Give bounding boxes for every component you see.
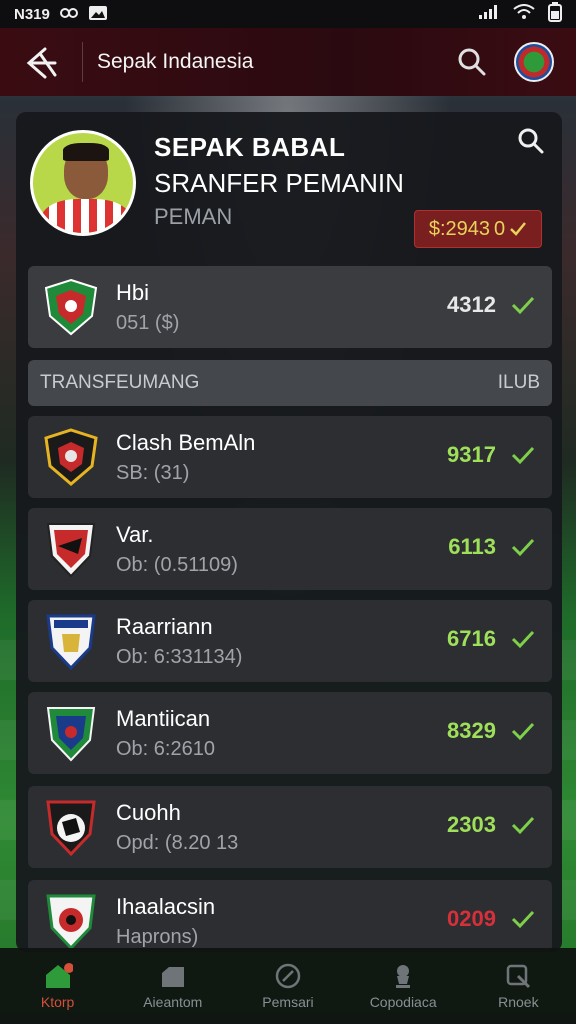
section-header: TRANSFEUMANG ILUB: [28, 360, 552, 406]
nav-label: Ktorp: [40, 994, 75, 1010]
club-crest-icon: [46, 523, 96, 578]
price-badge[interactable]: $:2943 0: [414, 210, 542, 248]
club-crest-icon: [46, 894, 96, 950]
check-icon: [511, 446, 535, 465]
page-title: Sepak Indanesia: [97, 50, 254, 73]
search-button[interactable]: [452, 42, 492, 82]
club-crest-icon: [46, 800, 96, 856]
status-bar: N319: [0, 0, 576, 28]
back-button[interactable]: [22, 42, 62, 82]
nav-label: Copodiaca: [369, 994, 437, 1010]
featured-row[interactable]: Hbi 051 ($) 4312: [28, 266, 552, 348]
search-icon: [458, 48, 486, 76]
transfer-sub: Ob: 6:331134): [116, 646, 243, 668]
transfer-name: Cuohh: [116, 800, 181, 825]
transfer-sub: Ob: (0.51109): [116, 554, 238, 576]
transfer-name: Ihaalacsin: [116, 894, 216, 919]
transfer-value: 6113: [448, 534, 496, 559]
app-header: Sepak Indanesia: [0, 28, 576, 96]
transfer-value: 6716: [447, 626, 496, 651]
trophy-icon: [388, 962, 418, 990]
transfer-name: Mantiican: [116, 706, 211, 731]
battery-icon: [548, 2, 562, 26]
price-value: $:2943: [428, 217, 491, 240]
profile-avatar[interactable]: [514, 42, 554, 82]
transfer-name: Clash BemAln: [116, 430, 256, 455]
transfer-value: 2303: [447, 812, 496, 837]
check-icon: [511, 296, 535, 315]
profile-subtitle: PEMAN: [154, 204, 233, 229]
search-icon: [518, 128, 544, 154]
signal-icon: [478, 4, 500, 24]
player-photo: [30, 130, 136, 236]
bottom-nav: Ktorp Aieantom Pemsari Copodiaca Rnoek: [0, 948, 576, 1024]
transfer-sub: SB: (31): [116, 462, 190, 484]
club-crest-icon: [44, 278, 98, 336]
nav-label: Rnoek: [498, 994, 539, 1010]
transfer-value: 8329: [447, 718, 496, 743]
transfer-sub: Ob: 6:2610: [116, 738, 215, 760]
transfer-name: Var.: [116, 522, 154, 547]
transfer-value: 9317: [447, 442, 496, 467]
transfer-row[interactable]: Clash BemAln SB: (31) 9317: [28, 416, 552, 498]
news-icon: [503, 962, 533, 990]
club-crest-icon: [46, 614, 96, 670]
home-icon: [43, 962, 73, 990]
profile-title-line1: SEPAK BABAL: [154, 132, 346, 162]
club-crest-icon: [46, 707, 96, 762]
section-left-label: TRANSFEUMANG: [40, 372, 200, 393]
panel-search-button[interactable]: [514, 124, 548, 158]
status-time: N319: [14, 5, 50, 23]
transfer-row[interactable]: Mantiican Ob: 6:2610 8329: [28, 692, 552, 774]
check-icon: [511, 630, 535, 649]
image-icon: [88, 5, 108, 24]
media-icon: [59, 6, 78, 23]
nav-item-pemsari[interactable]: Pemsari: [233, 962, 343, 1010]
check-icon: [511, 816, 535, 835]
transfer-name: Raarriann: [116, 614, 213, 639]
nav-label: Aieantom: [143, 994, 203, 1010]
transfer-row[interactable]: Ihaalacsin Haprons) 0209: [28, 880, 552, 952]
featured-sub: 051 ($): [116, 312, 180, 334]
transfer-row[interactable]: Var. Ob: (0.51109) 6113: [28, 508, 552, 590]
transfer-panel: SEPAK BABAL SRANFER PEMANIN PEMAN $:2943…: [16, 112, 562, 952]
check-icon: [510, 222, 527, 236]
featured-value: 4312: [447, 292, 496, 317]
price-suffix: 0: [494, 217, 506, 240]
section-right-label: ILUB: [497, 372, 540, 393]
stadium-icon: [158, 962, 188, 990]
nav-item-ktorp[interactable]: Ktorp: [3, 962, 113, 1010]
featured-name: Hbi: [116, 280, 150, 305]
transfer-sub: Haprons): [116, 926, 199, 948]
check-icon: [511, 538, 535, 557]
club-crest-icon: [44, 428, 98, 486]
nav-item-aieantom[interactable]: Aieantom: [118, 962, 228, 1010]
transfer-value: 0209: [447, 906, 496, 931]
transfer-row[interactable]: Raarriann Ob: 6:331134) 6716: [28, 600, 552, 682]
header-divider: [82, 42, 83, 82]
transfer-sub: Opd: (8.20 13: [116, 832, 239, 854]
transfer-row[interactable]: Cuohh Opd: (8.20 13 2303: [28, 786, 552, 868]
back-arrow-icon: [26, 47, 57, 79]
nav-item-rnoek[interactable]: Rnoek: [463, 962, 573, 1010]
check-icon: [511, 722, 535, 741]
nav-label: Pemsari: [262, 994, 314, 1010]
check-icon: [511, 910, 535, 929]
ball-icon: [273, 962, 303, 990]
wifi-icon: [512, 4, 536, 24]
nav-item-copodiaca[interactable]: Copodiaca: [348, 962, 458, 1010]
profile-title-line2: SRANFER PEMANIN: [154, 168, 404, 198]
